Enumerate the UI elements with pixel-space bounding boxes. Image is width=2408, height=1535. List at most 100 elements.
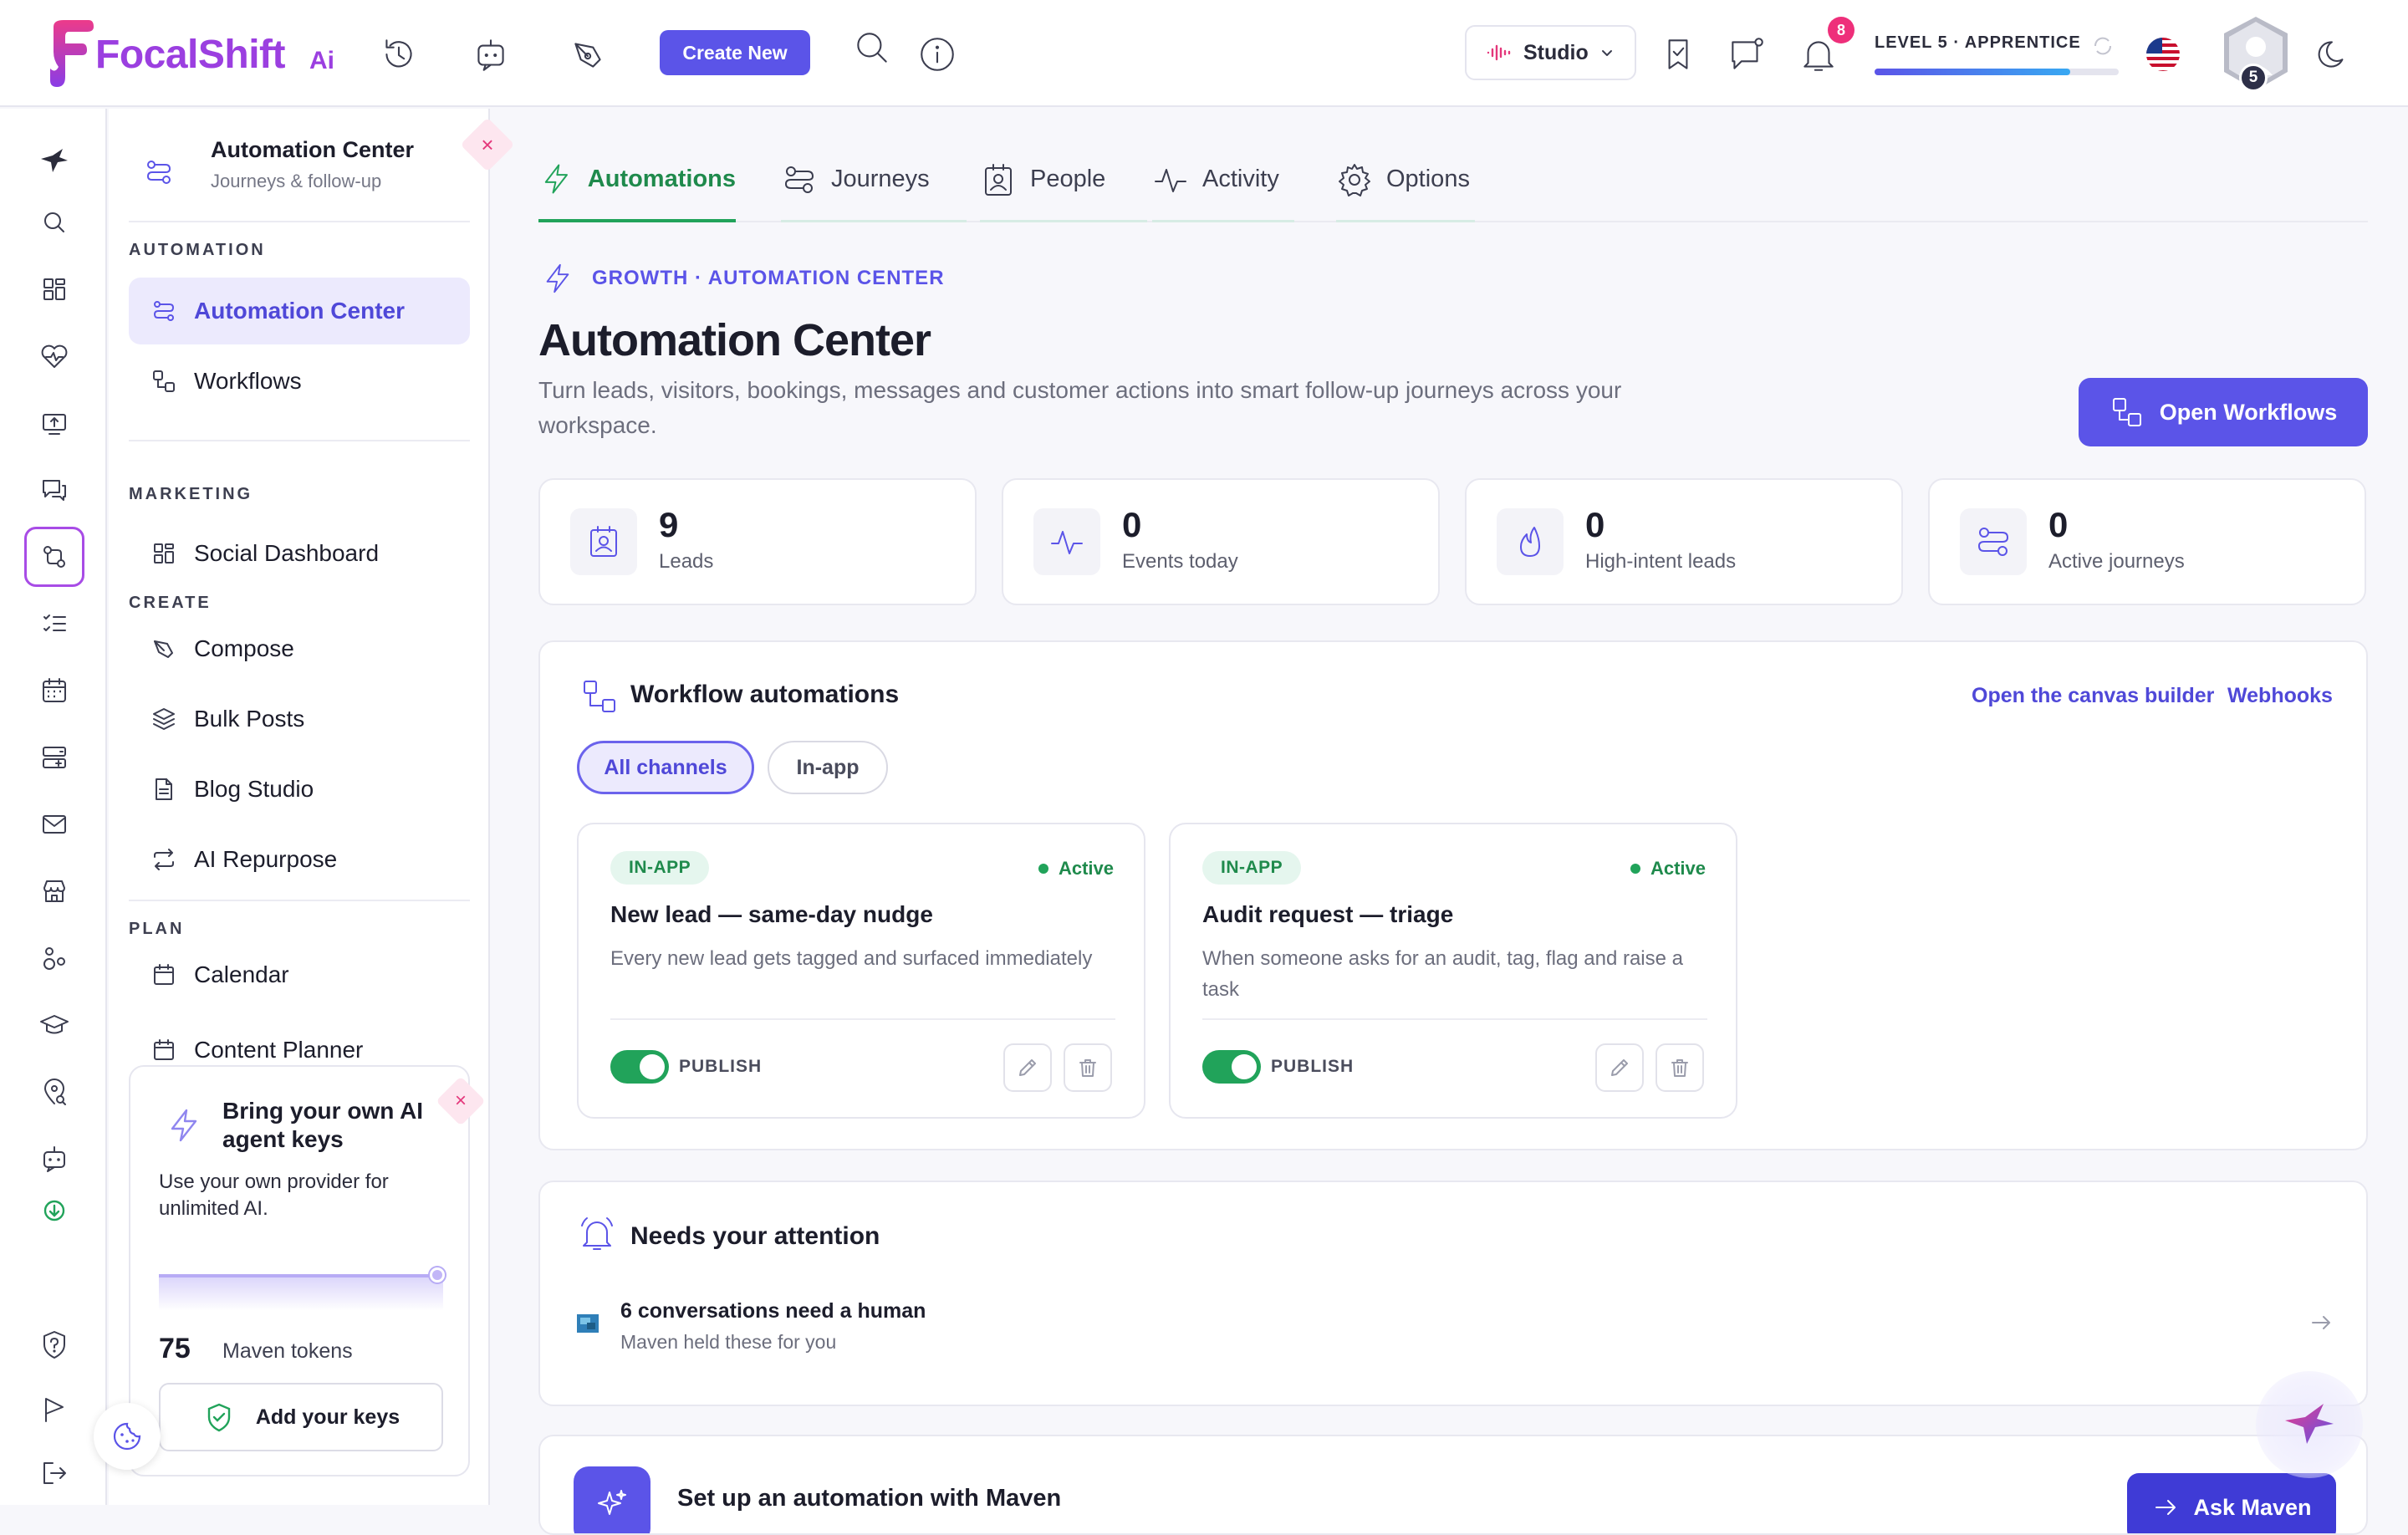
rail-dashboard[interactable]: [24, 259, 84, 319]
sidebar-item-label: Content Planner: [194, 1037, 364, 1062]
contact-card-icon: [985, 163, 1012, 196]
rail-install[interactable]: [24, 1181, 84, 1241]
canvas-builder-link[interactable]: Open the canvas builder: [1972, 684, 2214, 708]
icon-rail: [0, 109, 107, 1505]
rail-automation[interactable]: [24, 527, 84, 587]
tab-journeys[interactable]: Journeys: [781, 152, 967, 222]
rail-logout[interactable]: [24, 1443, 84, 1503]
filter-in-app[interactable]: In-app: [768, 741, 888, 794]
rail-people[interactable]: [24, 928, 84, 988]
audio-wave-icon: [1487, 44, 1511, 61]
add-keys-button[interactable]: Add your keys: [159, 1383, 443, 1451]
sidebar-item-content-planner[interactable]: Content Planner: [129, 1037, 470, 1062]
stat-label: Events today: [1122, 550, 1238, 573]
stat-card-active-journeys[interactable]: 0 Active journeys: [1928, 478, 2366, 605]
promo-close-button[interactable]: ×: [436, 1076, 486, 1126]
rail-academy[interactable]: [24, 995, 84, 1055]
moon-icon[interactable]: [2313, 33, 2354, 75]
attention-item-title[interactable]: 6 conversations need a human: [620, 1299, 926, 1323]
webhooks-link[interactable]: Webhooks: [2227, 684, 2333, 708]
bot-icon[interactable]: [470, 33, 512, 75]
breadcrumb: GROWTH · AUTOMATION CENTER: [540, 261, 945, 296]
promo-description: Use your own provider for unlimited AI.: [159, 1170, 389, 1220]
trash-icon: [1079, 1059, 1096, 1077]
rail-messages[interactable]: [24, 460, 84, 520]
brand-logo[interactable]: FocalShift Ai: [47, 18, 348, 89]
maven-assistant-button[interactable]: [2256, 1371, 2363, 1478]
delete-button[interactable]: [1656, 1043, 1704, 1092]
stat-card-high-intent[interactable]: 0 High-intent leads: [1465, 478, 1903, 605]
rail-store[interactable]: [24, 861, 84, 921]
tab-activity[interactable]: Activity: [1152, 152, 1294, 222]
sidebar-item-compose[interactable]: Compose: [129, 615, 470, 682]
rail-report[interactable]: [24, 1379, 84, 1440]
publish-toggle[interactable]: [1202, 1050, 1261, 1084]
history-icon[interactable]: [378, 33, 420, 75]
rail-home[interactable]: [24, 130, 84, 191]
sidebar-item-calendar[interactable]: Calendar: [129, 941, 470, 1008]
rail-search[interactable]: [24, 192, 84, 252]
workflow-panel-title: Workflow automations: [630, 681, 900, 708]
edit-button[interactable]: [1003, 1043, 1052, 1092]
page-description: Turn leads, visitors, bookings, messages…: [538, 377, 1622, 438]
rail-email[interactable]: [24, 794, 84, 854]
graduation-cap-icon: [40, 1015, 69, 1034]
rail-help[interactable]: [24, 1314, 84, 1374]
ask-maven-label: Ask Maven: [2193, 1494, 2312, 1520]
create-new-button[interactable]: Create New: [660, 30, 810, 75]
stat-icon-container: [1033, 508, 1100, 575]
pencil-icon: [1019, 1059, 1036, 1076]
stat-card-events-today[interactable]: 0 Events today: [1002, 478, 1440, 605]
checklist-icon: [43, 615, 66, 631]
stat-card-leads[interactable]: 9 Leads: [538, 478, 977, 605]
mail-icon: [43, 815, 66, 834]
repeat-icon: [154, 849, 174, 870]
edit-button[interactable]: [1595, 1043, 1644, 1092]
tab-people[interactable]: People: [980, 152, 1147, 222]
publish-toggle[interactable]: [610, 1050, 669, 1084]
sidebar-item-label: Workflows: [194, 368, 302, 394]
server-plus-icon: [43, 747, 66, 768]
bookmark-check-icon[interactable]: [1657, 33, 1699, 75]
chat-bubble-icon[interactable]: [1726, 33, 1768, 75]
chevron-down-icon: [1601, 50, 1612, 56]
refresh-icon[interactable]: [2090, 33, 2115, 59]
maven-setup-panel: Set up an automation with Maven Ask Mave…: [538, 1435, 2368, 1535]
sidebar-close-button[interactable]: ×: [460, 117, 515, 172]
rail-services[interactable]: [24, 727, 84, 788]
hummingbird-icon: [41, 149, 68, 172]
filter-all-channels[interactable]: All channels: [577, 741, 754, 794]
sidebar-item-blog-studio[interactable]: Blog Studio: [129, 756, 470, 823]
ask-maven-button[interactable]: Ask Maven: [2127, 1473, 2336, 1533]
rail-local-seo[interactable]: [24, 1062, 84, 1122]
sidebar-item-workflows[interactable]: Workflows: [129, 348, 470, 415]
open-workflows-button[interactable]: Open Workflows: [2079, 378, 2368, 446]
rail-media[interactable]: [24, 393, 84, 453]
search-icon[interactable]: [851, 27, 893, 69]
info-icon[interactable]: [916, 33, 958, 75]
workflow-card[interactable]: IN-APP Active Audit request — triage Whe…: [1169, 823, 1737, 1119]
stat-icon-container: [1960, 508, 2027, 575]
status-badge: Active: [1630, 858, 1706, 880]
cookie-settings-button[interactable]: [94, 1403, 161, 1470]
tab-options[interactable]: Options: [1336, 152, 1475, 222]
rail-tasks[interactable]: [24, 594, 84, 654]
promo-title: Bring your own AI agent keys: [222, 1098, 424, 1152]
sidebar-item-ai-repurpose[interactable]: AI Repurpose: [129, 826, 470, 893]
rail-calendar[interactable]: [24, 660, 84, 721]
page-title: Automation Center: [538, 315, 931, 365]
arrow-right-icon[interactable]: [2308, 1309, 2334, 1336]
delete-button[interactable]: [1064, 1043, 1112, 1092]
sidebar-item-bulk-posts[interactable]: Bulk Posts: [129, 686, 470, 752]
workflow-card[interactable]: IN-APP Active New lead — same-day nudge …: [577, 823, 1145, 1119]
token-count: 75: [159, 1333, 191, 1364]
sidebar-title: Automation Center: [211, 137, 414, 162]
sidebar-item-automation-center[interactable]: Automation Center: [129, 278, 470, 344]
workspace-selector[interactable]: Studio: [1465, 25, 1636, 80]
pen-nib-icon[interactable]: [567, 33, 609, 75]
messages-icon: [43, 480, 66, 501]
tab-automations[interactable]: Automations: [538, 152, 736, 222]
us-flag-icon[interactable]: [2145, 37, 2181, 72]
rail-health[interactable]: [24, 326, 84, 386]
sidebar-item-social-dashboard[interactable]: Social Dashboard: [129, 520, 470, 587]
